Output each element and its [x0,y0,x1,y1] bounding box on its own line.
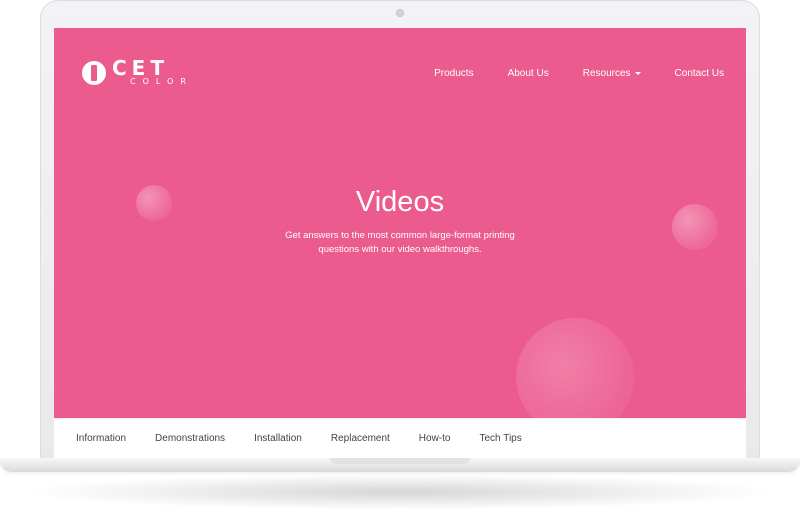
tab-tech-tips[interactable]: Tech Tips [479,433,521,444]
nav-item-label: Contact Us [674,68,724,79]
nav-item-products[interactable]: Products [434,68,473,79]
hero-banner: CET COLOR Products About Us Resources Co… [54,28,746,418]
tab-how-to[interactable]: How-to [419,433,451,444]
laptop-notch [330,458,470,464]
nav-item-resources[interactable]: Resources [583,68,641,79]
page-title: Videos [355,186,445,218]
nav-item-label: About Us [507,68,549,79]
main-nav: Products About Us Resources Contact Us [400,68,724,79]
tab-installation[interactable]: Installation [254,433,302,444]
decorative-bubble [516,318,634,418]
tab-information[interactable]: Information [76,433,126,444]
page-subtitle: Get answers to the most common large-for… [270,229,530,257]
nav-item-label: Products [434,68,474,79]
laptop-screen: CET COLOR Products About Us Resources Co… [54,28,746,458]
tab-demonstrations[interactable]: Demonstrations [155,433,225,444]
video-category-tabs: Information Demonstrations Installation … [54,418,746,458]
nav-item-label: Resources [582,68,631,79]
device-mockup: CET COLOR Products About Us Resources Co… [0,0,800,513]
cet-logo-icon [82,61,106,85]
logo-wordmark: CET [112,56,169,80]
device-shadow [20,474,780,510]
nav-item-about-us[interactable]: About Us [508,68,549,79]
logo-subtitle: COLOR [130,77,193,86]
caret-down-icon [634,72,641,75]
tab-replacement[interactable]: Replacement [331,433,390,444]
nav-item-contact-us[interactable]: Contact Us [675,68,724,79]
camera-icon [396,9,404,17]
site-logo[interactable]: CET COLOR [82,56,214,88]
subtitle-line: Get answers to the most common large-for… [285,230,515,241]
subtitle-line: questions with our video walkthroughs. [318,244,482,255]
